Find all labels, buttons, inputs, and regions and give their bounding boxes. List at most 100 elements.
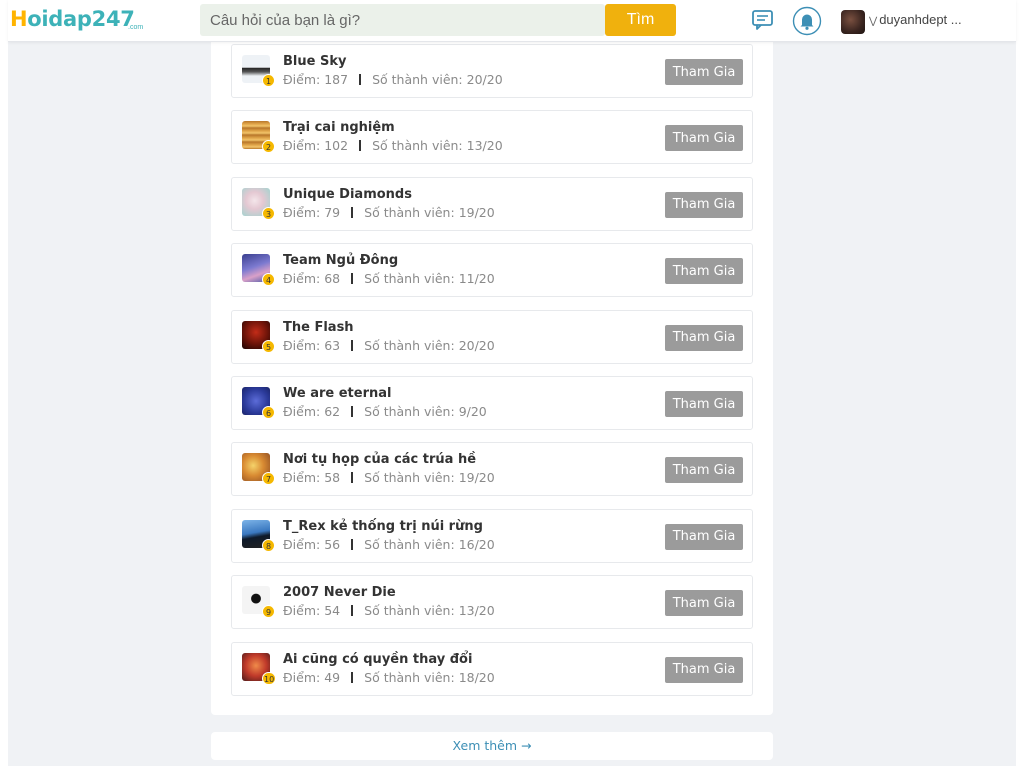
group-name[interactable]: Ai cũng có quyền thay đổi [283,652,472,667]
group-meta: Điểm: 68 Số thành viên: 11/20 [283,271,495,286]
rank-badge: 2 [262,140,275,154]
meta-divider [351,671,354,683]
rank-badge: 10 [262,671,277,685]
meta-divider [359,140,362,152]
join-group-button[interactable]: Tham Gia [665,324,743,351]
group-name[interactable]: 2007 Never Die [283,585,396,600]
points-label: Điểm: [283,669,321,685]
group-ranking-card: 1 Blue Sky Điểm: 187 Số thành viên: 20/20 Th… [211,40,773,715]
points-value: 62 [324,404,341,419]
page-edge-left [0,0,8,766]
rank-badge: 3 [262,206,275,220]
join-group-button[interactable]: Tham Gia [665,523,743,550]
group-list-item[interactable]: 8 T_Rex kẻ thống trị núi rừng Điểm: 56 Số t… [231,508,753,563]
group-name[interactable]: Blue Sky [283,54,346,69]
group-name[interactable]: Trại cai nghiệm [283,120,395,135]
points-value: 102 [324,138,349,154]
rank-badge: 4 [262,273,275,287]
join-group-button[interactable]: Tham Gia [665,457,743,484]
points-value: 79 [324,204,341,220]
group-name[interactable]: Team Ngủ Đông [283,253,398,268]
group-list-item[interactable]: 2 Trại cai nghiệm Điểm: 102 Số thành viên: … [231,110,753,165]
top-navbar: Hoidap247 .com Tìm ⋁duyanhdept ... [8,0,1016,42]
points-value: 49 [324,669,341,685]
meta-divider [351,406,354,417]
group-meta: Điểm: 56 Số thành viên: 16/20 [283,537,495,552]
members-value: 20/20 [466,72,503,87]
bell-icon[interactable] [792,6,822,36]
points-label: Điểm: [283,204,321,220]
points-label: Điểm: [283,404,321,419]
members-label: Số thành viên: [364,204,455,220]
rank-badge: 1 [262,74,275,87]
meta-divider [351,206,354,218]
members-label: Số thành viên: [364,470,455,486]
logo-text: oidap247 [27,7,135,31]
members-value: 13/20 [458,603,495,619]
members-label: Số thành viên: [372,138,463,154]
avatar[interactable] [841,10,865,34]
group-name[interactable]: T_Rex kẻ thống trị núi rừng [283,519,483,534]
members-value: 19/20 [458,204,495,220]
members-label: Số thành viên: [364,404,455,419]
group-name[interactable]: We are eternal [283,386,392,401]
points-label: Điểm: [283,470,321,486]
members-label: Số thành viên: [364,669,455,685]
join-group-button[interactable]: Tham Gia [665,258,743,285]
group-list-item[interactable]: 6 We are eternal Điểm: 62 Số thành viên: 9/… [231,376,753,430]
points-value: 63 [324,337,341,353]
points-value: 54 [324,603,341,619]
members-value: 20/20 [458,337,495,353]
points-value: 58 [324,470,341,486]
join-group-button[interactable]: Tham Gia [665,656,743,683]
site-logo[interactable]: Hoidap247 [10,6,135,32]
group-list-item[interactable]: 3 Unique Diamonds Điểm: 79 Số thành viên: 1… [231,176,753,231]
search-button[interactable]: Tìm [605,4,676,36]
members-value: 13/20 [466,138,503,154]
members-value: 19/20 [458,470,495,486]
group-meta: Điểm: 79 Số thành viên: 19/20 [283,205,495,220]
meta-divider [359,74,362,85]
points-label: Điểm: [283,536,321,552]
group-name[interactable]: The Flash [283,320,354,335]
group-meta: Điểm: 49 Số thành viên: 18/20 [283,670,495,685]
points-label: Điểm: [283,271,321,287]
points-label: Điểm: [283,72,321,87]
join-group-button[interactable]: Tham Gia [665,59,743,85]
rank-badge: 8 [262,538,275,552]
members-value: 16/20 [458,536,495,552]
group-list-item[interactable]: 4 Team Ngủ Đông Điểm: 68 Số thành viên: 11/… [231,243,753,298]
group-list-item[interactable]: 10 Ai cũng có quyền thay đổi Điểm: 49 Số th… [231,641,753,696]
see-more-link[interactable]: Xem thêm → [211,732,773,760]
page-edge-right [1016,0,1024,766]
user-menu[interactable]: ⋁ duyanhdept ... [869,12,962,27]
group-meta: Điểm: 187 Số thành viên: 20/20 [283,72,503,87]
group-name[interactable]: Unique Diamonds [283,187,412,202]
group-list-item[interactable]: 7 Nơi tụ họp của các trúa hề Điểm: 58 Số th… [231,442,753,497]
group-meta: Điểm: 62 Số thành viên: 9/20 [283,404,487,419]
logo-suffix: .com [128,24,144,31]
rank-badge: 9 [262,605,275,619]
group-list-item[interactable]: 1 Blue Sky Điểm: 187 Số thành viên: 20/20 Th… [231,44,753,98]
members-label: Số thành viên: [364,337,455,353]
group-meta: Điểm: 102 Số thành viên: 13/20 [283,138,503,153]
join-group-button[interactable]: Tham Gia [665,125,743,152]
meta-divider [351,605,354,617]
points-label: Điểm: [283,337,321,353]
chat-icon[interactable] [751,9,775,31]
search-input[interactable] [200,4,605,36]
members-value: 9/20 [458,404,487,419]
rank-badge: 7 [262,472,275,486]
members-value: 11/20 [458,271,495,287]
join-group-button[interactable]: Tham Gia [665,191,743,218]
meta-divider [351,538,354,550]
group-list-item[interactable]: 9 2007 Never Die Điểm: 54 Số thành viên: 13… [231,575,753,630]
group-meta: Điểm: 63 Số thành viên: 20/20 [283,338,495,353]
join-group-button[interactable]: Tham Gia [665,391,743,417]
points-value: 68 [324,271,341,287]
join-group-button[interactable]: Tham Gia [665,590,743,617]
group-name[interactable]: Nơi tụ họp của các trúa hề [283,452,476,467]
members-value: 18/20 [458,669,495,685]
group-list-item[interactable]: 5 The Flash Điểm: 63 Số thành viên: 20/20 Th… [231,309,753,364]
members-label: Số thành viên: [372,72,463,87]
